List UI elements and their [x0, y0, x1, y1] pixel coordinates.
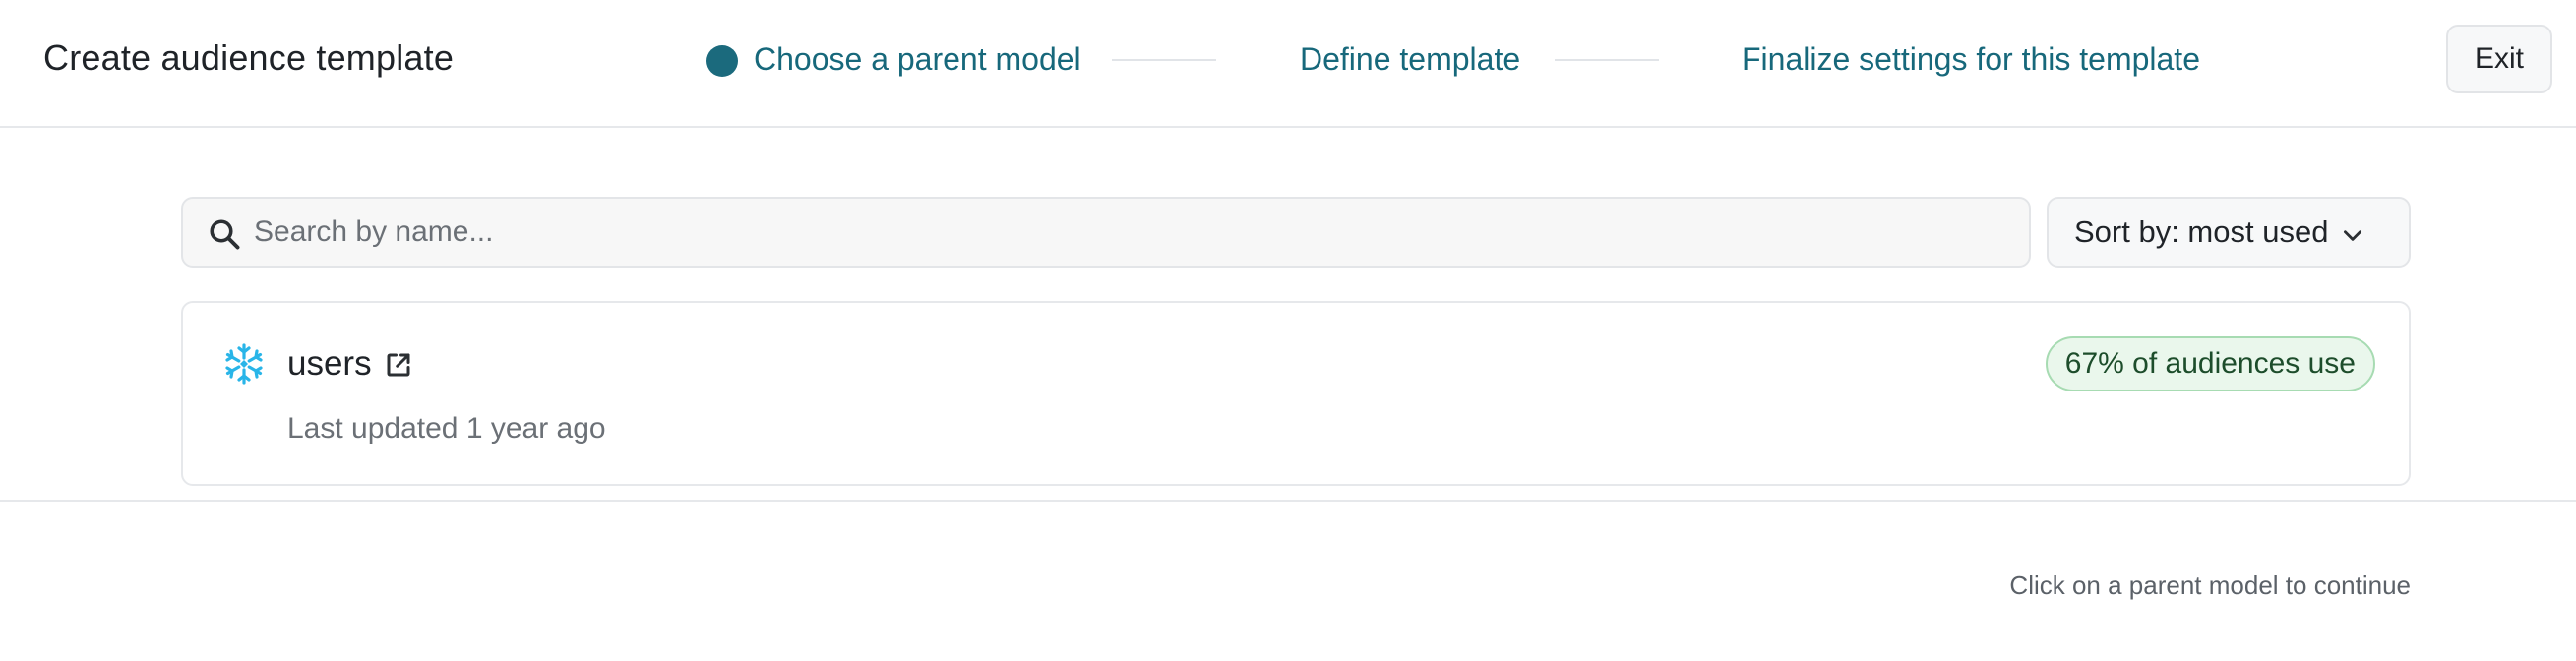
last-updated-text: Last updated 1 year ago: [287, 412, 606, 445]
step-define-template[interactable]: Define template: [1300, 37, 1520, 81]
page-header: Create audience template Choose a parent…: [0, 0, 2576, 128]
usage-badge: 67% of audiences use: [2045, 336, 2375, 391]
divider: [0, 500, 2576, 502]
step-connector: [1112, 59, 1216, 61]
footer-hint: Click on a parent model to continue: [2009, 571, 2411, 600]
search-box[interactable]: [181, 197, 2031, 268]
sort-dropdown[interactable]: Sort by: most used: [2047, 197, 2411, 268]
step-connector: [1555, 59, 1659, 61]
snowflake-icon: [225, 343, 263, 385]
step-choose-parent-model[interactable]: Choose a parent model: [754, 37, 1081, 81]
search-input[interactable]: [254, 205, 2015, 260]
model-name: users: [287, 344, 372, 383]
step-finalize-settings[interactable]: Finalize settings for this template: [1742, 37, 2200, 81]
parent-model-card[interactable]: users Last updated 1 year ago 67% of aud…: [181, 301, 2411, 486]
search-icon: [210, 219, 240, 250]
sort-label: Sort by: most used: [2074, 214, 2329, 249]
exit-button[interactable]: Exit: [2446, 25, 2552, 93]
chevron-down-icon: [2344, 230, 2361, 241]
active-step-indicator: [706, 45, 738, 77]
page-title: Create audience template: [43, 37, 455, 78]
external-link-icon[interactable]: [384, 350, 413, 380]
